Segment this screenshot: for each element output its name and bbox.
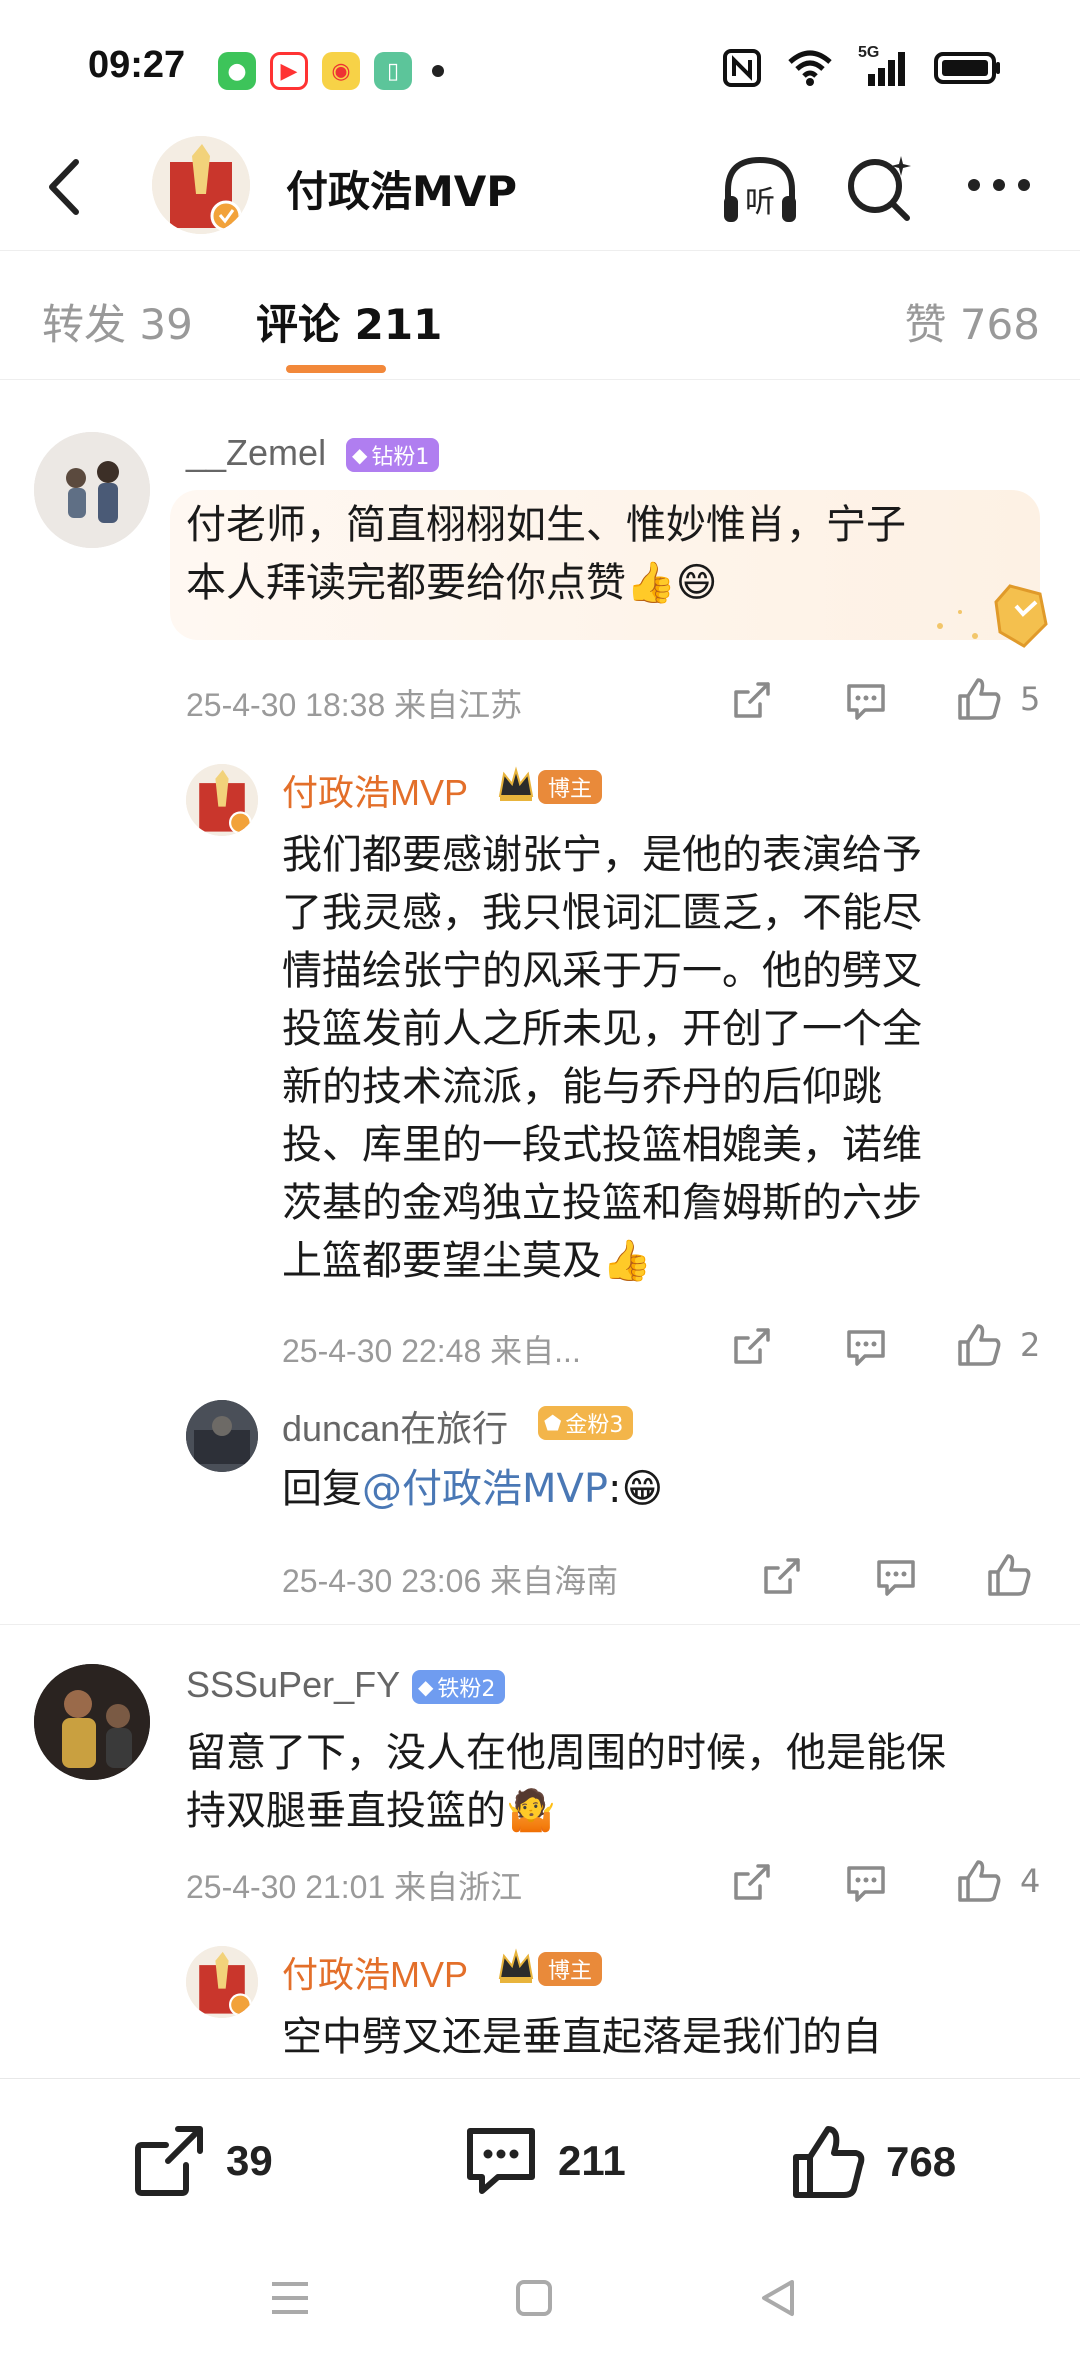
avatar[interactable] [34,1664,150,1780]
gold-medal-decoration-icon [937,584,1048,648]
comment-bubble-icon [467,2128,535,2194]
like-count: 4 [1020,1862,1041,1900]
blogger-badge: 博主 [538,770,603,804]
reply-icon[interactable] [873,1554,919,1600]
repost-button[interactable]: 39 [132,2123,273,2199]
like-thumb-icon[interactable] [954,674,1004,724]
share-icon[interactable] [758,1554,804,1600]
more-notifications-icon [432,65,444,77]
like-count-total: 768 [886,2138,957,2185]
active-tab-indicator [286,365,386,373]
more-options-icon[interactable] [964,170,1034,200]
post-tabs: 转发 39 评论 211 赞 768 [0,250,1080,380]
like-count: 2 [1020,1326,1041,1364]
top-app-bar: 付政浩MVP 听 [0,130,1080,250]
nfc-icon [723,49,761,87]
repost-icon [135,2126,203,2196]
author-avatar[interactable] [152,136,250,234]
share-icon[interactable] [728,1860,774,1906]
comment-username[interactable]: 付政浩MVP [282,764,468,816]
avatar[interactable] [186,764,258,836]
avatar[interactable] [186,1400,258,1472]
video-app-icon: ▶ [270,52,308,90]
like-thumb-icon[interactable] [984,1550,1034,1600]
like-count: 5 [1020,680,1041,718]
wechat-icon: ● [218,52,256,90]
tab-repost[interactable]: 转发 39 [42,291,193,352]
tab-comment[interactable]: 评论 211 [256,291,442,352]
iron-badge-icon: ◆ [418,1675,434,1699]
comment-count: 211 [558,2137,626,2184]
comment-timestamp-location: 25-4-30 21:01 来自浙江 [186,1869,523,1905]
tab-like[interactable]: 赞 768 [904,291,1040,352]
fan-badge: ⬟ 金粉3 [538,1406,634,1440]
comment-button[interactable]: 211 [462,2123,626,2199]
weibo-icon: ◉ [322,52,360,90]
comment-text: 回复@付政浩MVP:😁 [282,1466,664,1512]
crown-vip-icon [498,1948,534,1983]
reply-icon[interactable] [843,1324,889,1370]
repost-count: 39 [226,2137,273,2184]
system-navigation-bar [0,2238,1080,2373]
menu-nav-icon[interactable] [268,2278,312,2318]
comment-text: 空中劈叉还是垂直起落是我们的自 [282,2014,882,2060]
like-thumb-icon[interactable] [954,1320,1004,1370]
avatar[interactable] [34,432,150,548]
back-nav-icon[interactable] [758,2276,798,2320]
post-action-bar: 39 211 768 [0,2078,1080,2238]
comment-divider [0,1624,1080,1625]
comment-timestamp-location: 25-4-30 18:38 来自江苏 [186,687,523,723]
battery-icon [934,52,1000,84]
system-icons: 5G [722,44,1002,88]
comment-username[interactable]: 付政浩MVP [282,1946,468,1998]
status-time: 09:27 [88,44,186,86]
avatar[interactable] [186,1946,258,2018]
comment-list[interactable]: __Zemel ◆ 钻粉1 付老师，简直栩栩如生、惟妙惟肖，宁子 本人拜读完都要给… [0,380,1080,2080]
gold-badge-icon: ⬟ [544,1411,562,1435]
comment-text: 我们都要感谢张宁，是他的表演给予 了我灵感，我只恨词汇匮乏，不能尽 情描绘张宁的… [282,832,922,1284]
back-arrow-icon[interactable] [36,152,96,222]
like-button[interactable]: 768 [790,2123,956,2201]
share-icon[interactable] [728,678,774,724]
comment-text: 留意了下，没人在他周围的时候，他是能保 持双腿垂直投篮的🤷 [186,1730,946,1834]
cellular-signal-icon: 5G [858,44,910,88]
notification-icons: ● ▶ ◉ ▯ [218,52,444,90]
status-bar: 09:27 ● ▶ ◉ ▯ 5G [0,0,1080,130]
comment-username[interactable]: duncan在旅行 [282,1400,508,1452]
wifi-icon [788,50,832,86]
reply-icon[interactable] [843,1860,889,1906]
like-thumb-icon [793,2126,865,2198]
comment-timestamp-location: 25-4-30 23:06 来自海南 [282,1563,619,1599]
post-author-name[interactable]: 付政浩MVP [286,158,517,219]
fan-badge: ◆ 钻粉1 [346,438,440,472]
crown-vip-icon [498,766,534,801]
share-icon[interactable] [728,1324,774,1370]
headphones-listen-icon[interactable]: 听 [718,150,802,230]
user-mention-link[interactable]: @付政浩MVP [362,1466,608,1512]
comment-timestamp-location: 25-4-30 22:48 来自... [282,1333,581,1369]
app-notification-icon: ▯ [374,52,412,90]
comment-text: 付老师，简直栩栩如生、惟妙惟肖，宁子 本人拜读完都要给你点赞👍😄 [186,502,906,606]
comment-username[interactable]: SSSuPer_FY [186,1664,400,1706]
diamond-badge-icon: ◆ [352,443,368,467]
listen-label: 听 [745,185,775,220]
home-nav-icon[interactable] [514,2278,554,2318]
blogger-badge: 博主 [538,1952,603,1986]
fan-badge: ◆ 铁粉2 [412,1670,506,1704]
search-icon[interactable] [843,152,915,224]
comment-username[interactable]: __Zemel [186,432,326,474]
reply-icon[interactable] [843,678,889,724]
like-thumb-icon[interactable] [954,1856,1004,1906]
